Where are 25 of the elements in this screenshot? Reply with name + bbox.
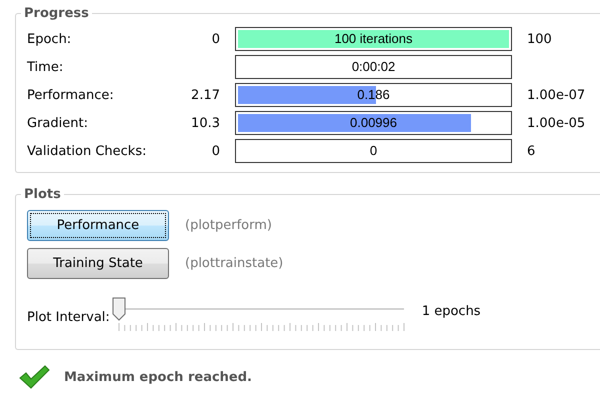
slider-reading: 1 epochs <box>422 304 481 318</box>
panel-title: Plots <box>23 187 62 202</box>
row-label: Performance: <box>27 88 115 102</box>
plot-button[interactable]: Training State <box>27 248 169 279</box>
min-value: 2.17 <box>190 88 220 102</box>
function-name: (plottrainstate) <box>185 256 284 271</box>
checkmark-icon <box>18 364 50 390</box>
row-label: Validation Checks: <box>27 144 148 158</box>
max-value: 1.00e-05 <box>527 116 586 130</box>
panel-title: Progress <box>23 6 90 21</box>
row-label: Epoch: <box>27 32 72 46</box>
max-value: 1.00e-07 <box>527 88 586 102</box>
max-value: 100 <box>527 32 553 46</box>
plot-button[interactable]: Performance <box>27 210 169 241</box>
row-label: Gradient: <box>27 116 89 130</box>
progress-bar: 0.00996 <box>235 111 512 135</box>
status-message: Maximum epoch reached. <box>64 370 252 384</box>
min-value: 0 <box>210 144 220 158</box>
function-name: (plotperform) <box>185 218 272 233</box>
slider-label: Plot Interval: <box>27 310 110 324</box>
min-value: 10.3 <box>190 116 220 130</box>
min-value: 0 <box>210 32 220 46</box>
max-value: 6 <box>527 144 536 158</box>
progress-bar: 100 iterations <box>235 27 512 51</box>
row-label: Time: <box>27 60 64 74</box>
